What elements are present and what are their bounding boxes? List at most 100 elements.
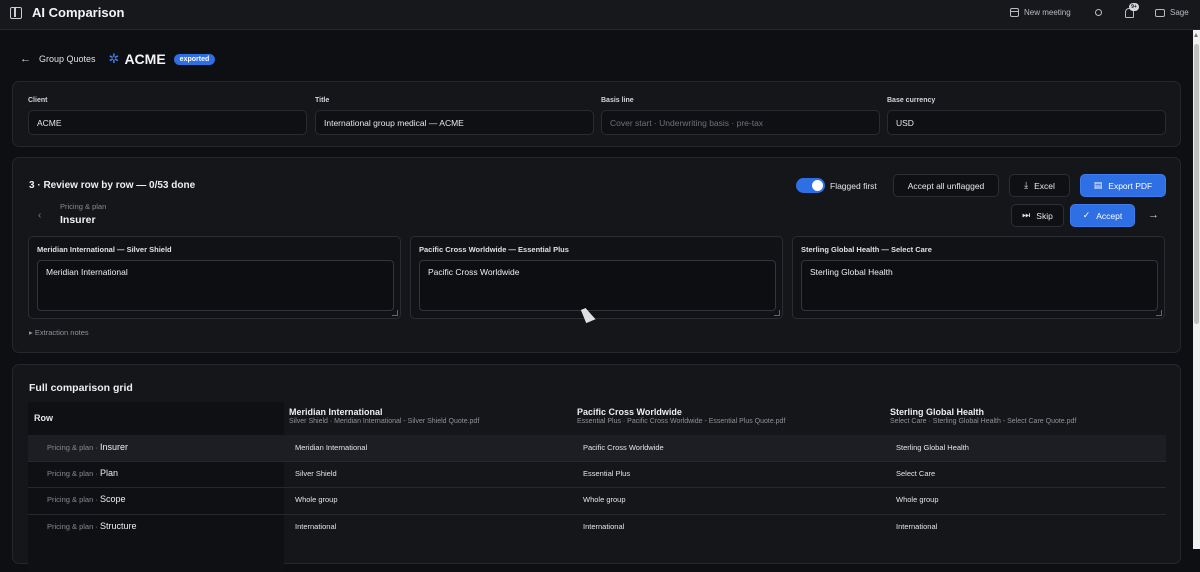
review-card: 3 · Review row by row — 0/53 done Flagge… xyxy=(12,157,1181,353)
row-label: Pricing & plan · Plan xyxy=(47,468,118,478)
basis-line-label: Basis line xyxy=(601,97,634,104)
quote-panel-title: Sterling Global Health — Select Care xyxy=(801,245,932,254)
quote-panel: Sterling Global Health — Select Care Ste… xyxy=(792,236,1165,319)
row-name: Insurer xyxy=(99,442,128,452)
breadcrumb: ← Group Quotes ✲ ACME exported xyxy=(20,50,216,68)
column-name: Meridian International xyxy=(289,407,383,417)
base-currency-field[interactable]: USD xyxy=(887,110,1166,135)
row-divider xyxy=(28,487,1166,488)
quote-value-field[interactable]: Pacific Cross Worldwide xyxy=(419,260,776,311)
scrollbar-thumb[interactable] xyxy=(1194,44,1199,324)
table-cell[interactable]: Meridian International xyxy=(295,443,367,452)
quote-value-field[interactable]: Meridian International xyxy=(37,260,394,311)
review-title: 3 · Review row by row — 0/53 done xyxy=(29,180,196,191)
resize-handle-icon[interactable] xyxy=(774,310,780,316)
previous-row-icon[interactable]: ‹ xyxy=(38,210,41,221)
column-subtitle: Select Care · Sterling Global Health - S… xyxy=(890,418,1077,425)
comparison-grid-card: Full comparison grid Row Meridian Intern… xyxy=(12,364,1181,572)
export-pdf-button[interactable]: ▤ Export PDF xyxy=(1080,174,1166,197)
table-cell[interactable]: International xyxy=(896,522,937,531)
sidebar-toggle-icon[interactable] xyxy=(10,7,22,19)
table-row[interactable]: Pricing & plan · Plan Silver Shield Esse… xyxy=(28,461,1166,487)
row-label: Pricing & plan · Scope xyxy=(47,494,126,504)
table-row[interactable]: Pricing & plan · Scope Whole group Whole… xyxy=(28,487,1166,513)
top-bar: AI Comparison New meeting 9+ Sage xyxy=(0,0,1200,30)
row-group: Pricing & plan xyxy=(47,469,94,478)
accept-all-unflagged-button[interactable]: Accept all unflagged xyxy=(893,174,999,197)
page-scrollbar[interactable] xyxy=(1193,30,1200,549)
row-name: Plan xyxy=(99,468,118,478)
quote-value-field[interactable]: Sterling Global Health xyxy=(801,260,1158,311)
notification-badge: 9+ xyxy=(1129,3,1139,11)
client-field[interactable]: ACME xyxy=(28,110,307,135)
table-cell[interactable]: Whole group xyxy=(583,495,626,504)
column-header: Meridian International Silver Shield · M… xyxy=(289,407,479,425)
title-label: Title xyxy=(315,97,330,104)
accept-label: Accept xyxy=(1096,210,1123,221)
quote-panel: Meridian International — Silver Shield M… xyxy=(28,236,401,319)
row-name: Scope xyxy=(99,494,126,504)
sparkle-icon: ✲ xyxy=(108,51,120,66)
row-group: Pricing & plan xyxy=(47,443,94,452)
table-row[interactable]: Pricing & plan · Insurer Meridian Intern… xyxy=(28,435,1166,461)
column-header: Pacific Cross Worldwide Essential Plus ·… xyxy=(577,407,785,425)
current-row-name: Insurer xyxy=(60,214,96,226)
sun-icon[interactable] xyxy=(1095,9,1102,16)
excel-label: Excel xyxy=(1034,180,1055,191)
flagged-first-label: Flagged first xyxy=(830,181,877,191)
resize-handle-icon[interactable] xyxy=(392,310,398,316)
user-name: Sage xyxy=(1170,8,1189,17)
column-subtitle: Silver Shield · Meridian International -… xyxy=(289,418,480,425)
page-title: ACME xyxy=(124,51,166,67)
scroll-up-arrow-icon[interactable] xyxy=(1194,33,1198,37)
next-row-arrow-icon[interactable]: → xyxy=(1148,209,1159,221)
check-icon: ✓ xyxy=(1082,210,1091,220)
table-cell[interactable]: Silver Shield xyxy=(295,469,337,478)
skip-button[interactable]: ⏭ Skip xyxy=(1011,204,1064,227)
download-icon: ⤓ xyxy=(1024,180,1029,190)
current-row-group: Pricing & plan xyxy=(60,202,107,211)
row-column-header: Row xyxy=(34,413,53,423)
column-name: Sterling Global Health xyxy=(890,407,985,417)
resize-handle-icon[interactable] xyxy=(1156,310,1162,316)
new-meeting-button[interactable]: New meeting xyxy=(1010,8,1071,17)
column-subtitle: Essential Plus · Pacific Cross Worldwide… xyxy=(577,418,786,425)
row-divider xyxy=(28,514,1166,515)
row-group: Pricing & plan xyxy=(47,495,94,504)
table-row[interactable]: Pricing & plan · Structure International… xyxy=(28,514,1166,540)
table-cell[interactable]: Whole group xyxy=(896,495,939,504)
accept-button[interactable]: ✓ Accept xyxy=(1070,204,1135,227)
skip-icon: ⏭ xyxy=(1022,210,1031,220)
column-header: Sterling Global Health Select Care · Ste… xyxy=(890,407,1076,425)
basis-line-field[interactable]: Cover start · Underwriting basis · pre-t… xyxy=(601,110,880,135)
row-label: Pricing & plan · Insurer xyxy=(47,442,128,452)
table-cell[interactable]: Select Care xyxy=(896,469,935,478)
calendar-icon xyxy=(1010,8,1019,17)
skip-label: Skip xyxy=(1036,210,1053,221)
row-divider xyxy=(28,461,1166,462)
row-label: Pricing & plan · Structure xyxy=(47,521,137,531)
extraction-notes-toggle[interactable]: ▸ Extraction notes xyxy=(29,328,89,337)
quote-panel: Pacific Cross Worldwide — Essential Plus… xyxy=(410,236,783,319)
excel-button[interactable]: ⤓ Excel xyxy=(1009,174,1070,197)
grid-title: Full comparison grid xyxy=(29,382,133,394)
row-group: Pricing & plan xyxy=(47,522,94,531)
quote-panel-title: Pacific Cross Worldwide — Essential Plus xyxy=(419,245,569,254)
table-cell[interactable]: International xyxy=(295,522,336,531)
back-link[interactable]: Group Quotes xyxy=(39,54,96,64)
table-cell[interactable]: Whole group xyxy=(295,495,338,504)
accept-all-label: Accept all unflagged xyxy=(907,180,985,191)
row-name: Structure xyxy=(99,521,137,531)
status-badge: exported xyxy=(173,53,216,65)
table-cell[interactable]: Sterling Global Health xyxy=(896,443,969,452)
new-meeting-label: New meeting xyxy=(1024,8,1071,17)
table-cell[interactable]: Pacific Cross Worldwide xyxy=(583,443,664,452)
chat-icon xyxy=(1155,8,1165,17)
user-menu-button[interactable]: Sage xyxy=(1155,8,1189,17)
back-arrow-icon[interactable]: ← xyxy=(20,53,31,65)
table-cell[interactable]: International xyxy=(583,522,624,531)
title-field[interactable]: International group medical — ACME xyxy=(315,110,594,135)
flagged-first-toggle[interactable] xyxy=(796,178,825,193)
client-label: Client xyxy=(28,97,48,104)
table-cell[interactable]: Essential Plus xyxy=(583,469,630,478)
